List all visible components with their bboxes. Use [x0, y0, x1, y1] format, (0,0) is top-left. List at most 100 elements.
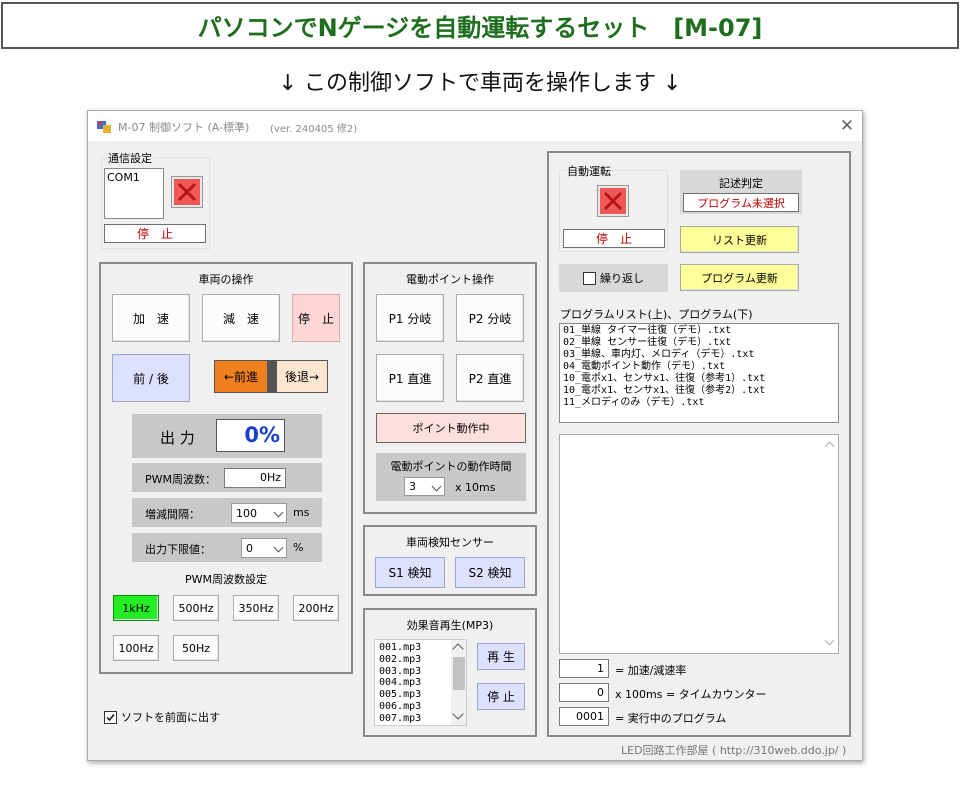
chevron-down-icon	[273, 542, 284, 553]
min-output-panel: 出力下限値： 0 %	[132, 533, 322, 562]
comm-status: 停 止	[104, 224, 206, 243]
front-checkbox-label: ソフトを前面に出す	[121, 711, 220, 724]
list-item[interactable]: 11_メロディのみ（デモ）.txt	[563, 397, 765, 409]
min-output-label: 出力下限値：	[145, 543, 211, 556]
backward-indicator: 後退→	[277, 361, 327, 392]
output-panel: 出 力 0%	[132, 414, 322, 458]
comm-settings-label: 通信設定	[107, 150, 153, 166]
chevron-down-icon[interactable]	[452, 708, 464, 720]
s1-detect-button[interactable]: S1 検知	[375, 557, 445, 588]
output-label: 出 力	[160, 429, 195, 447]
connect-button[interactable]	[171, 176, 203, 208]
point-time-select[interactable]: 3	[404, 477, 445, 496]
freq-200hz-button[interactable]: 200Hz	[293, 595, 339, 621]
vehicle-stop-button[interactable]: 停 止	[292, 294, 340, 342]
list-item[interactable]: 10_電ポx1、センサx1、往復（参考1）.txt	[563, 373, 765, 385]
program-list[interactable]: 01_単線 タイマー往復（デモ）.txt 02_単線 センサー往復（デモ）.tx…	[559, 323, 839, 423]
list-update-button[interactable]: リスト更新	[680, 226, 799, 253]
chevron-up-icon[interactable]	[824, 441, 835, 452]
step-interval-label: 増減間隔：	[145, 508, 200, 521]
sound-play-button[interactable]: 再 生	[477, 643, 525, 670]
pwm-label: PWM周波数：	[145, 473, 217, 486]
comm-settings-group: 通信設定 COM1 停 止	[101, 150, 210, 249]
s2-detect-button[interactable]: S2 検知	[455, 557, 525, 588]
program-list-label: プログラムリスト(上)、プログラム(下)	[560, 308, 753, 321]
list-item[interactable]: 007.mp3	[379, 713, 421, 725]
auto-run-box: 自動運転 停 止	[559, 163, 668, 252]
repeat-label: 繰り返し	[600, 272, 644, 285]
scrollbar-thumb[interactable]	[453, 657, 465, 690]
min-output-unit: %	[293, 541, 304, 554]
repeat-checkbox[interactable]	[583, 271, 596, 285]
min-output-value: 0	[246, 541, 253, 555]
app-window: M-07 制御ソフト (A-標準) (ver. 240405 修2) ✕ 通信設…	[87, 110, 863, 761]
min-output-select[interactable]: 0	[241, 538, 287, 558]
list-item[interactable]: 001.mp3	[379, 642, 421, 654]
p2-straight-button[interactable]: P2 直進	[456, 354, 524, 402]
app-icon	[97, 119, 111, 133]
auto-run-label: 自動運転	[566, 163, 612, 179]
sensor-group: 車両検知センサー S1 検知 S2 検知	[363, 525, 537, 596]
direction-button[interactable]: 前 / 後	[112, 354, 190, 402]
chevron-up-icon[interactable]	[452, 643, 464, 655]
close-icon[interactable]: ✕	[836, 115, 858, 137]
accelerate-button[interactable]: 加 速	[112, 294, 190, 342]
repeat-toggle[interactable]: 繰り返し	[559, 264, 668, 292]
pwm-panel: PWM周波数： 0Hz	[132, 463, 322, 492]
direction-divider	[267, 361, 277, 392]
p2-branch-button[interactable]: P2 分岐	[456, 294, 524, 342]
window-title: M-07 制御ソフト (A-標準)	[118, 121, 250, 134]
step-interval-select[interactable]: 100	[231, 503, 287, 523]
vehicle-operation-group: 車両の操作 加 速 減 速 停 止 前 / 後 ←前進 後退→ 出 力 0% P…	[99, 262, 353, 674]
list-item[interactable]: 01_単線 タイマー往復（デモ）.txt	[563, 325, 765, 337]
list-item[interactable]: 006.mp3	[379, 701, 421, 713]
point-time-unit: x 10ms	[455, 481, 496, 494]
editor-scrollbar[interactable]	[822, 435, 838, 653]
list-item[interactable]: 004.mp3	[379, 677, 421, 689]
p1-straight-button[interactable]: P1 直進	[376, 354, 444, 402]
front-checkbox-row[interactable]: ソフトを前面に出す	[104, 709, 220, 725]
point-operation-label: 電動ポイント操作	[406, 273, 494, 286]
program-update-button[interactable]: プログラム更新	[680, 264, 799, 291]
sensor-label: 車両検知センサー	[406, 536, 494, 549]
pwm-setting-label: PWM周波数設定	[184, 573, 267, 586]
freq-500hz-button[interactable]: 500Hz	[173, 595, 219, 621]
vehicle-operation-label: 車両の操作	[198, 273, 254, 286]
freq-350hz-button[interactable]: 350Hz	[233, 595, 279, 621]
list-item[interactable]: 003.mp3	[379, 666, 421, 678]
sound-group: 効果音再生(MP3) 001.mp3 002.mp3 003.mp3 004.m…	[363, 608, 537, 737]
auto-run-button[interactable]	[597, 185, 629, 217]
freq-1khz-button[interactable]: 1kHz	[113, 595, 159, 621]
freq-50hz-button[interactable]: 50Hz	[173, 635, 219, 661]
sound-scrollbar[interactable]	[451, 640, 466, 725]
freq-100hz-button[interactable]: 100Hz	[113, 635, 159, 661]
red-x-icon	[600, 188, 626, 214]
list-item[interactable]: 10_電ポx1、センサx1、往復（参考2）.txt	[563, 385, 765, 397]
accel-rate-label: = 加速/減速率	[615, 664, 687, 677]
list-item[interactable]: 002.mp3	[379, 654, 421, 666]
running-program-label: = 実行中のプログラム	[615, 712, 727, 725]
accel-rate-value: 1	[559, 659, 609, 678]
sound-file-list[interactable]: 001.mp3 002.mp3 003.mp3 004.mp3 005.mp3 …	[374, 639, 467, 726]
pwm-value: 0Hz	[224, 468, 286, 488]
decelerate-button[interactable]: 減 速	[202, 294, 280, 342]
point-time-label: 電動ポイントの動作時間	[390, 460, 512, 473]
syntax-check-label: 記述判定	[719, 177, 763, 190]
time-counter-value: 0	[559, 683, 609, 702]
list-item[interactable]: 03_単線、車内灯、メロディ（デモ）.txt	[563, 349, 765, 361]
chevron-down-icon	[273, 507, 284, 518]
program-editor[interactable]	[559, 434, 839, 654]
step-interval-value: 100	[236, 506, 257, 520]
list-item[interactable]: 04_電動ポイント動作（デモ）.txt	[563, 361, 765, 373]
p1-branch-button[interactable]: P1 分岐	[376, 294, 444, 342]
com-port-list[interactable]: COM1	[104, 168, 164, 219]
running-program-value: 0001	[559, 707, 609, 726]
list-item[interactable]: 02_単線 センサー往復（デモ）.txt	[563, 337, 765, 349]
list-item[interactable]: 005.mp3	[379, 689, 421, 701]
sound-stop-button[interactable]: 停 止	[477, 683, 525, 710]
red-x-icon	[174, 179, 200, 205]
chevron-down-icon[interactable]	[824, 635, 835, 646]
front-checkbox[interactable]	[104, 710, 117, 724]
com-port-item[interactable]: COM1	[107, 171, 161, 184]
point-operation-group: 電動ポイント操作 P1 分岐 P2 分岐 P1 直進 P2 直進 ポイント動作中…	[363, 262, 537, 514]
